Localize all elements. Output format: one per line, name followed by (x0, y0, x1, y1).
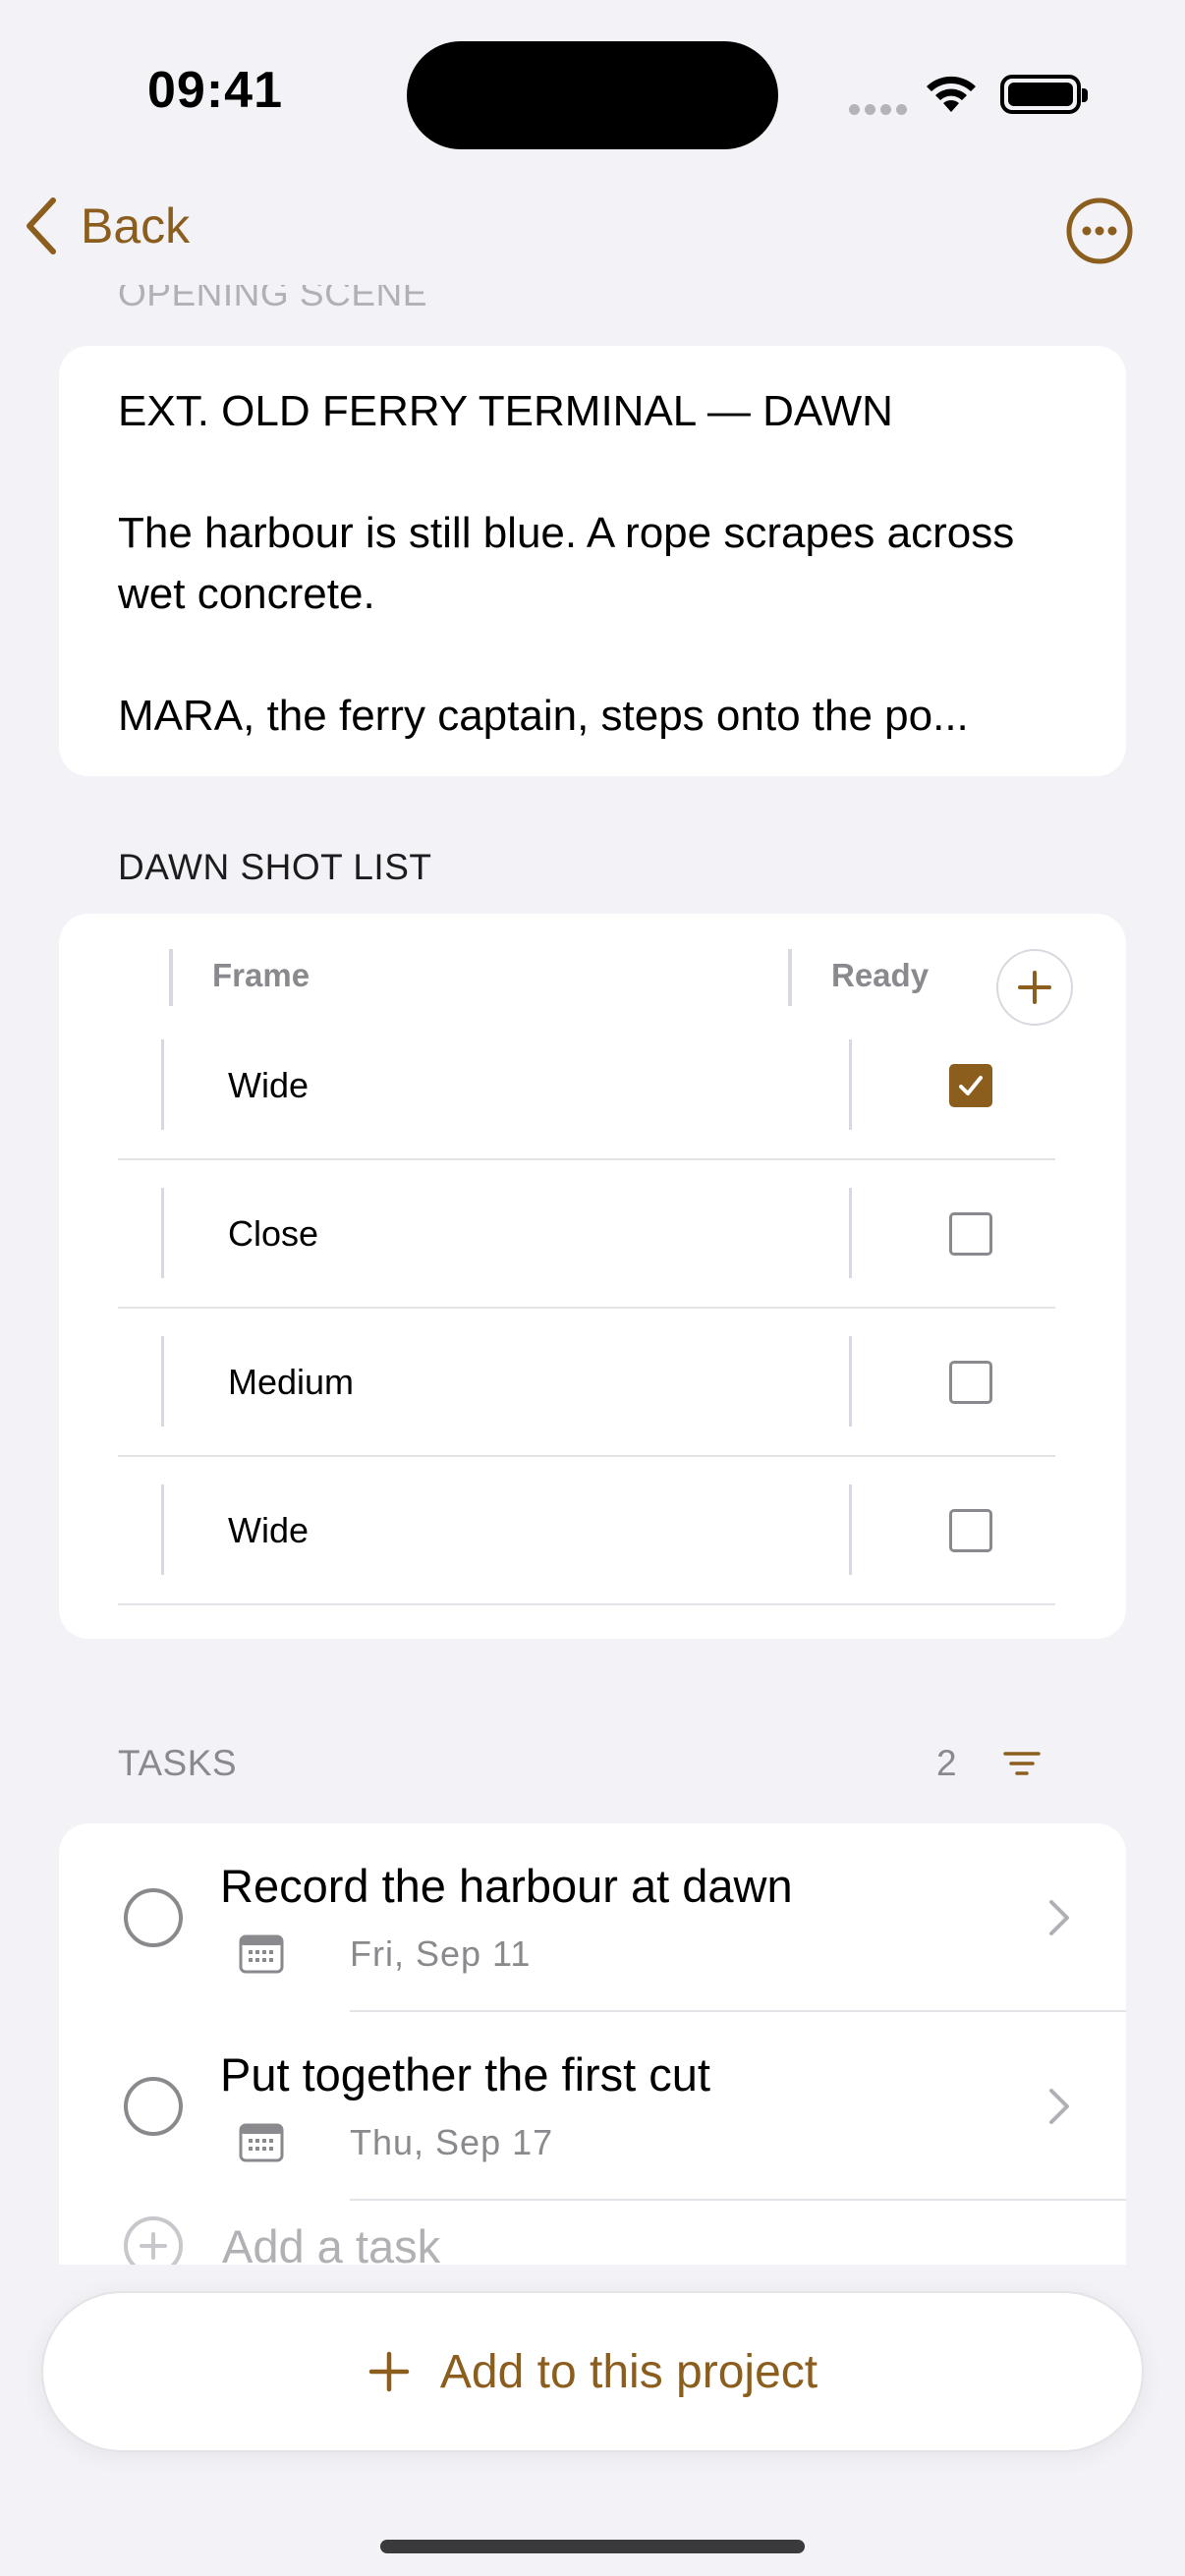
column-divider (169, 949, 173, 1006)
filter-sort-icon[interactable] (1002, 1749, 1042, 1783)
task-title: Record the harbour at dawn (220, 1860, 793, 1912)
more-options-button[interactable] (1065, 196, 1134, 265)
task-title: Put together the first cut (220, 2048, 710, 2100)
task-due-date: Thu, Sep 17 (350, 2122, 554, 2162)
row-divider (161, 1039, 164, 1130)
cell-frame[interactable]: Wide (228, 1510, 309, 1551)
checkmark-icon (959, 1075, 983, 1095)
shot-list-header: DAWN SHOT LIST (118, 847, 432, 887)
column-divider[interactable] (788, 949, 792, 1006)
add-task-label: Add a task (222, 2219, 441, 2266)
script-text-card[interactable]: EXT. OLD FERRY TERMINAL — DAWN The harbo… (59, 346, 1126, 776)
ready-checkbox[interactable] (949, 1360, 992, 1404)
dynamic-island (407, 41, 778, 149)
ready-checkbox[interactable] (949, 1508, 992, 1552)
add-to-project-button[interactable]: Add to this project (41, 2291, 1144, 2452)
chevron-right-icon (1049, 1900, 1069, 1935)
cellular-signal-icon (849, 102, 912, 120)
cell-frame[interactable]: Medium (228, 1362, 354, 1403)
ellipsis-circle-icon (1066, 197, 1133, 264)
home-indicator[interactable] (380, 2540, 805, 2553)
task-complete-toggle[interactable] (124, 1888, 183, 1947)
chevron-left-icon (27, 197, 56, 254)
shot-list-table: Frame Ready Wide Close Medium Wide (59, 914, 1126, 1639)
column-header-ready: Ready (831, 957, 930, 993)
add-task-row[interactable]: Add a task (124, 2216, 440, 2265)
row-divider (161, 1336, 164, 1427)
cell-frame[interactable]: Close (228, 1213, 318, 1255)
script-line-heading: EXT. OLD FERRY TERMINAL — DAWN (118, 387, 893, 435)
row-divider (849, 1188, 852, 1278)
cell-frame[interactable]: Wide (228, 1065, 309, 1106)
ready-checkbox[interactable] (949, 1211, 992, 1256)
tasks-header: TASKS (118, 1743, 238, 1783)
script-line-action: The harbour is still blue. A rope scrape… (118, 509, 1015, 618)
back-button[interactable]: Back (24, 196, 190, 255)
battery-icon (1000, 75, 1088, 114)
plus-icon (1018, 971, 1051, 1004)
tasks-list: Record the harbour at dawn Fri, Sep 11 P… (59, 1823, 1126, 2265)
table-row[interactable]: Wide (118, 1012, 1055, 1160)
row-divider (849, 1484, 852, 1575)
task-row[interactable]: Record the harbour at dawn Fri, Sep 11 (59, 1823, 1126, 2012)
script-line-character: MARA, the ferry captain, steps onto the … (118, 692, 969, 740)
add-to-project-label: Add to this project (439, 2345, 818, 2398)
table-row[interactable]: Close (118, 1160, 1055, 1309)
task-complete-toggle[interactable] (124, 2077, 183, 2136)
ready-checkbox[interactable] (949, 1063, 992, 1107)
row-divider (161, 1484, 164, 1575)
row-divider (849, 1336, 852, 1427)
add-column-button[interactable] (996, 949, 1073, 1026)
row-separator (350, 2199, 1126, 2201)
status-time: 09:41 (147, 62, 283, 119)
plus-icon (368, 2351, 410, 2392)
row-divider (161, 1188, 164, 1278)
wifi-icon (924, 73, 979, 121)
plus-circle-icon (124, 2216, 183, 2265)
content-scroll[interactable]: OPENING SCENE EXT. OLD FERRY TERMINAL — … (0, 285, 1185, 2265)
task-row[interactable]: Put together the first cut Thu, Sep 17 (59, 2012, 1126, 2201)
calendar-icon (239, 1934, 284, 1974)
column-header-frame: Frame (212, 957, 310, 993)
opening-scene-header: OPENING SCENE (118, 285, 427, 313)
tasks-count: 2 (936, 1743, 957, 1783)
chevron-right-icon (1049, 2089, 1069, 2124)
task-due-date: Fri, Sep 11 (350, 1933, 532, 1974)
calendar-icon (239, 2123, 284, 2162)
row-divider (849, 1039, 852, 1130)
table-row[interactable]: Wide (118, 1457, 1055, 1605)
back-label: Back (81, 198, 191, 253)
table-row[interactable]: Medium (118, 1309, 1055, 1457)
